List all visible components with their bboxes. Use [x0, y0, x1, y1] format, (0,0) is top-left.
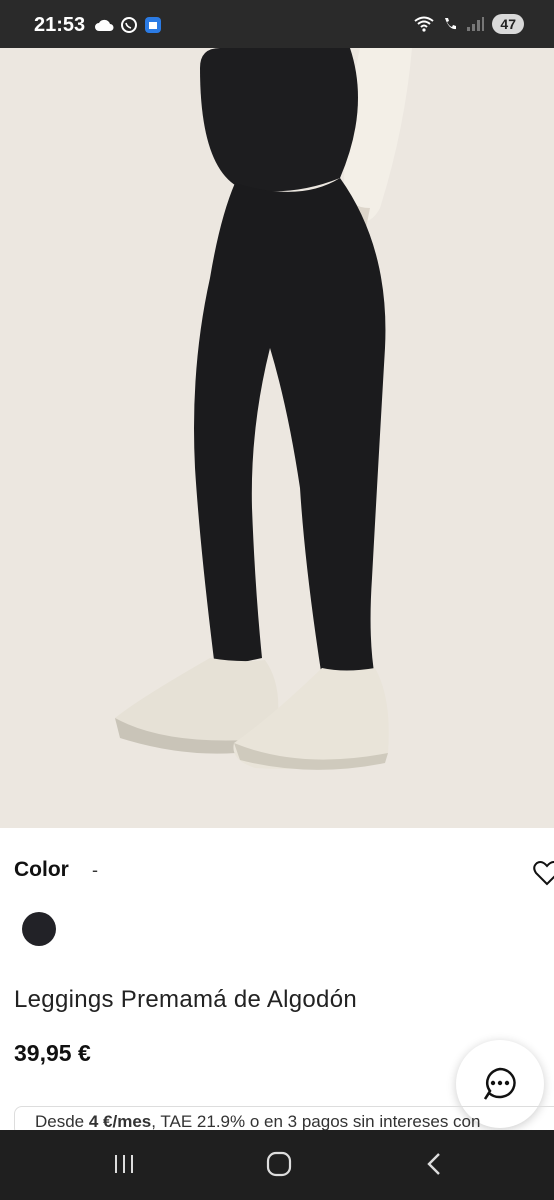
product-price: 39,95 €: [14, 1040, 91, 1066]
favorite-heart-icon[interactable]: [532, 858, 554, 888]
call-icon: [445, 18, 457, 30]
product-photo: [0, 48, 554, 828]
color-label: Color: [14, 858, 69, 881]
product-image[interactable]: [0, 48, 554, 828]
calendar-app-icon: [145, 17, 161, 33]
product-title: Leggings Premamá de Algodón: [14, 986, 357, 1013]
recent-apps-icon[interactable]: [112, 1152, 136, 1176]
financing-amount: 4 €/mes: [88, 1112, 152, 1131]
navigation-bar: [0, 1130, 554, 1200]
whatsapp-icon: [121, 17, 137, 33]
battery-level: 47: [500, 16, 516, 32]
home-icon[interactable]: [265, 1150, 293, 1178]
battery-indicator: 47: [492, 14, 524, 34]
color-value: -: [92, 860, 98, 880]
color-swatch-black[interactable]: [22, 912, 56, 946]
cloud-icon: [95, 19, 114, 31]
back-icon[interactable]: [424, 1150, 444, 1178]
status-bar: 21:53 47: [0, 0, 554, 48]
wifi-icon: [414, 16, 435, 32]
signal-icon: [467, 17, 485, 31]
status-time: 21:53: [34, 14, 86, 36]
chat-bubble-icon: [483, 1067, 516, 1100]
financing-details: , TAE 21.9% o en 3 pagos sin intereses c…: [151, 1112, 481, 1131]
financing-prefix: Desde: [35, 1112, 89, 1131]
